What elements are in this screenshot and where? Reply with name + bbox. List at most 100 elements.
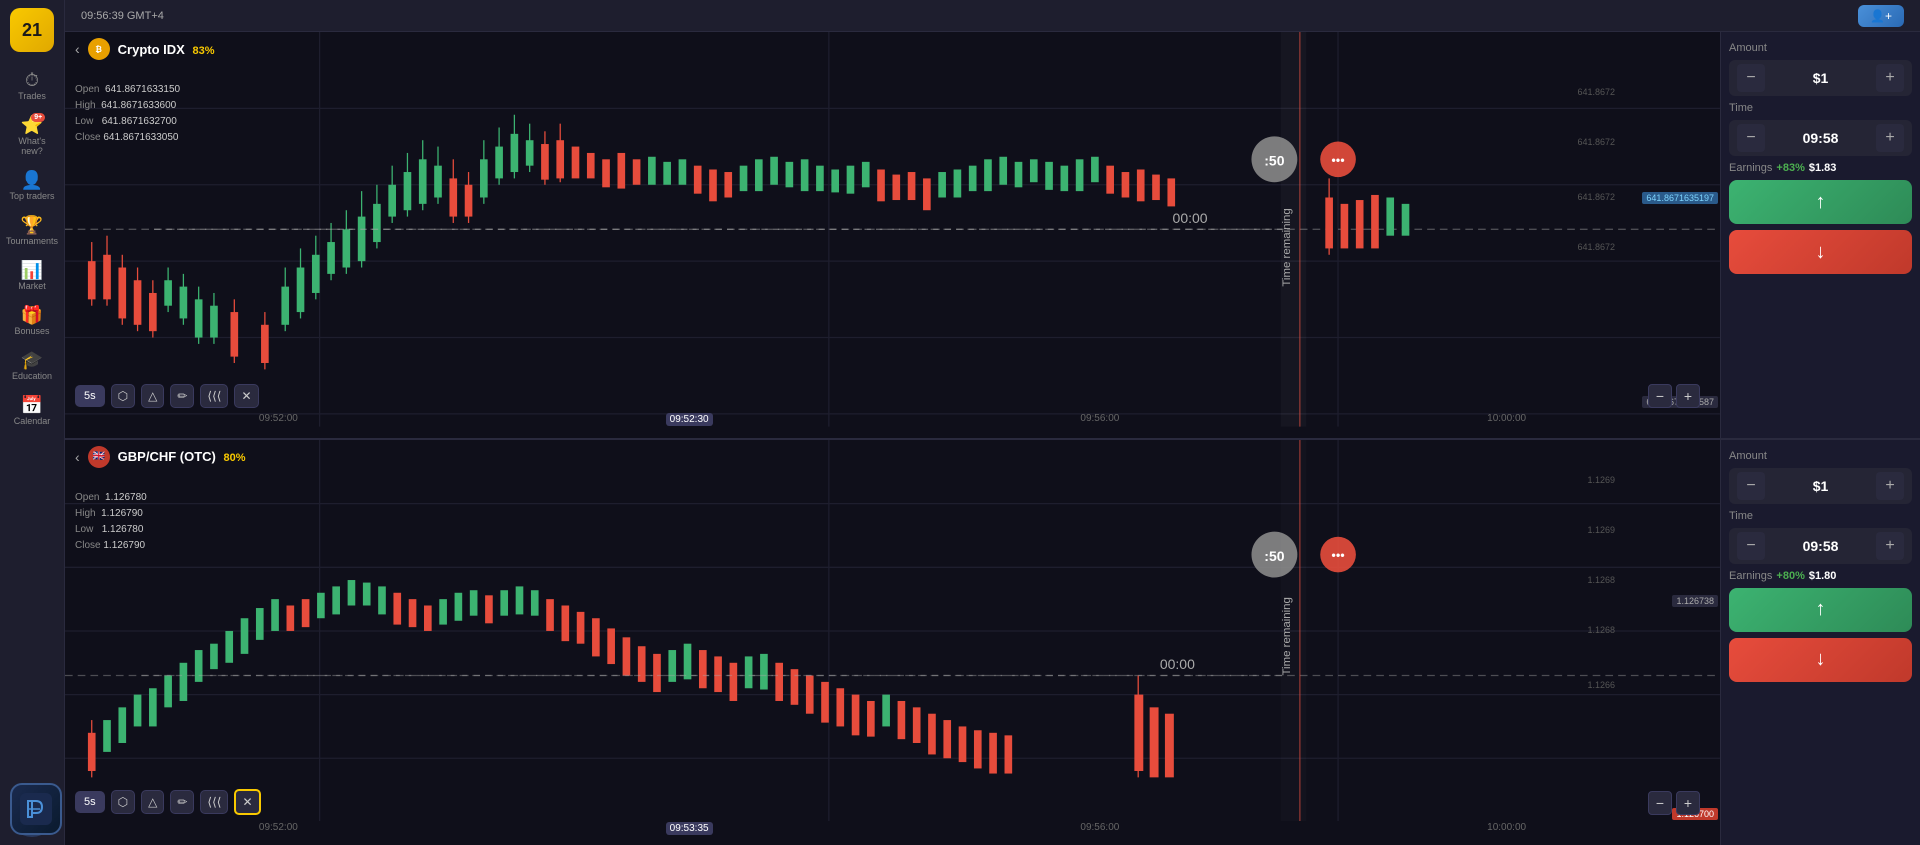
sidebar-item-label: Tournaments [6,236,58,246]
signal-btn-2[interactable]: ⟨⟨⟨ [200,790,228,814]
time-label-2c: 09:56:00 [1080,822,1119,835]
trade-up-btn-1[interactable]: ↑ [1729,180,1912,224]
zoom-out-btn-2[interactable]: − [1648,791,1672,815]
price-label-2d: 1.1268 [1587,625,1615,635]
bottom-logo[interactable] [10,783,62,835]
svg-text:Time remaining: Time remaining [1281,208,1293,286]
time-label-1d: 10:00:00 [1487,413,1526,426]
user-button[interactable]: 👤+ [1858,5,1904,27]
time-label-1: Time [1729,102,1753,114]
amount-label-1: Amount [1729,42,1767,54]
trade-down-btn-1[interactable]: ↓ [1729,230,1912,274]
time-labels-1: 09:52:00 09:52:30 09:56:00 10:00:00 [65,413,1720,426]
time-value-1: 09:58 [1803,130,1839,146]
current-price-tag-2a: 1.126738 [1672,595,1718,607]
time-labels-2: 09:52:00 09:53:35 09:56:00 10:00:00 [65,822,1720,835]
timeframe-btn-2[interactable]: 5s [75,791,105,813]
amount-row-2: Amount [1729,450,1912,462]
user-button-icon: 👤+ [1870,9,1892,23]
amount-decrease-2[interactable]: − [1737,472,1765,500]
close-btn-2[interactable]: ✕ [234,789,260,815]
pen-btn-2[interactable]: ✏ [170,790,194,814]
svg-text:Time remaining: Time remaining [1281,597,1293,675]
asset-name-2: GBP/CHF (OTC) 80% [118,449,246,464]
draw-btn-2[interactable]: △ [141,790,164,814]
logo[interactable]: 21 [10,8,54,52]
sidebar-item-market[interactable]: 📊 Market [4,254,60,297]
trade-down-btn-2[interactable]: ↓ [1729,638,1912,682]
chart-header-1: ‹ ₿ Crypto IDX 83% [65,32,225,66]
chart-toolbar-1: 5s ⬡ △ ✏ ⟨⟨⟨ ✕ [75,384,259,408]
time-label-2: Time [1729,510,1753,522]
amount-row-1: Amount [1729,42,1912,54]
time-label-2b-active: 09:53:35 [666,822,713,835]
whats-new-badge: 9+ [31,113,45,122]
amount-value-1: $1 [1813,70,1829,86]
sidebar-item-bonuses[interactable]: 🎁 Bonuses [4,299,60,342]
earnings-val-2: $1.80 [1809,570,1837,582]
time-label-2d: 10:00:00 [1487,822,1526,835]
sidebar-item-tournaments[interactable]: 🏆 Tournaments [4,209,60,252]
price-label-2e: 1.1266 [1587,680,1615,690]
amount-control-1: − $1 + [1729,60,1912,96]
education-icon: 🎓 [21,350,43,370]
sidebar-item-whats-new[interactable]: ⭐ 9+ What's new? [4,109,60,162]
back-button-2[interactable]: ‹ [75,449,80,465]
time-value-2: 09:58 [1803,538,1839,554]
sidebar-item-label: Market [18,281,46,291]
current-time: 09:56:39 GMT+4 [81,10,164,22]
zoom-controls-1: − + [1648,384,1700,408]
amount-label-2: Amount [1729,450,1767,462]
timeframe-btn-1[interactable]: 5s [75,385,105,407]
candle-chart-1: 00:00 Time remaining :50 ••• [65,32,1720,438]
amount-control-2: − $1 + [1729,468,1912,504]
time-control-1: − 09:58 + [1729,120,1912,156]
time-decrease-2[interactable]: − [1737,532,1765,560]
earnings-label-2: Earnings [1729,570,1772,582]
earnings-row-1: Earnings +83% $1.83 [1729,162,1912,174]
earnings-pct-2: +80% [1776,570,1804,582]
indicators-btn-2[interactable]: ⬡ [111,790,135,814]
time-decrease-1[interactable]: − [1737,124,1765,152]
price-label-2a: 1.1269 [1587,475,1615,485]
svg-text:00:00: 00:00 [1173,210,1208,226]
time-increase-1[interactable]: + [1876,124,1904,152]
trades-icon: ⏱ [25,70,39,90]
zoom-in-btn-1[interactable]: + [1676,384,1700,408]
charts-area: ‹ ₿ Crypto IDX 83% Open 641.8671633150 H… [65,32,1920,845]
earnings-row-2: Earnings +80% $1.80 [1729,570,1912,582]
sidebar-item-label: Trades [18,91,46,101]
close-btn-1[interactable]: ✕ [234,384,258,408]
signal-btn-1[interactable]: ⟨⟨⟨ [200,384,228,408]
svg-text:•••: ••• [1331,547,1344,562]
zoom-in-btn-2[interactable]: + [1676,791,1700,815]
candle-chart-2: 00:00 :50 ••• Time remaining [65,440,1720,822]
ohlc-info-1: Open 641.8671633150 High 641.8671633600 … [75,82,180,146]
right-panel-1: Amount − $1 + Time − 09:58 + Earnings [1720,32,1920,438]
time-label-1b-active: 09:52:30 [666,413,713,426]
price-label-1c: 641.8672 [1577,192,1615,202]
sidebar-item-education[interactable]: 🎓 Education [4,344,60,387]
amount-increase-1[interactable]: + [1876,64,1904,92]
indicators-btn-1[interactable]: ⬡ [111,384,135,408]
time-row-1: Time [1729,102,1912,114]
topbar: 09:56:39 GMT+4 👤+ [65,0,1920,32]
svg-text:•••: ••• [1331,152,1344,167]
sidebar-item-trades[interactable]: ⏱ Trades [4,64,60,107]
zoom-out-btn-1[interactable]: − [1648,384,1672,408]
pen-btn-1[interactable]: ✏ [170,384,194,408]
amount-decrease-1[interactable]: − [1737,64,1765,92]
amount-increase-2[interactable]: + [1876,472,1904,500]
asset-icon-1: ₿ [88,38,110,60]
price-label-1d: 641.8672 [1577,242,1615,252]
time-increase-2[interactable]: + [1876,532,1904,560]
earnings-pct-1: +83% [1776,162,1804,174]
sidebar-item-top-traders[interactable]: 👤 Top traders [4,164,60,207]
trade-up-btn-2[interactable]: ↑ [1729,588,1912,632]
back-button-1[interactable]: ‹ [75,41,80,57]
tournaments-icon: 🏆 [21,215,43,235]
chart-panel-2: ‹ 🇬🇧 GBP/CHF (OTC) 80% Open 1.126780 Hig… [65,440,1920,845]
top-traders-icon: 👤 [21,170,43,190]
draw-btn-1[interactable]: △ [141,384,164,408]
sidebar-item-calendar[interactable]: 📅 Calendar [4,389,60,432]
